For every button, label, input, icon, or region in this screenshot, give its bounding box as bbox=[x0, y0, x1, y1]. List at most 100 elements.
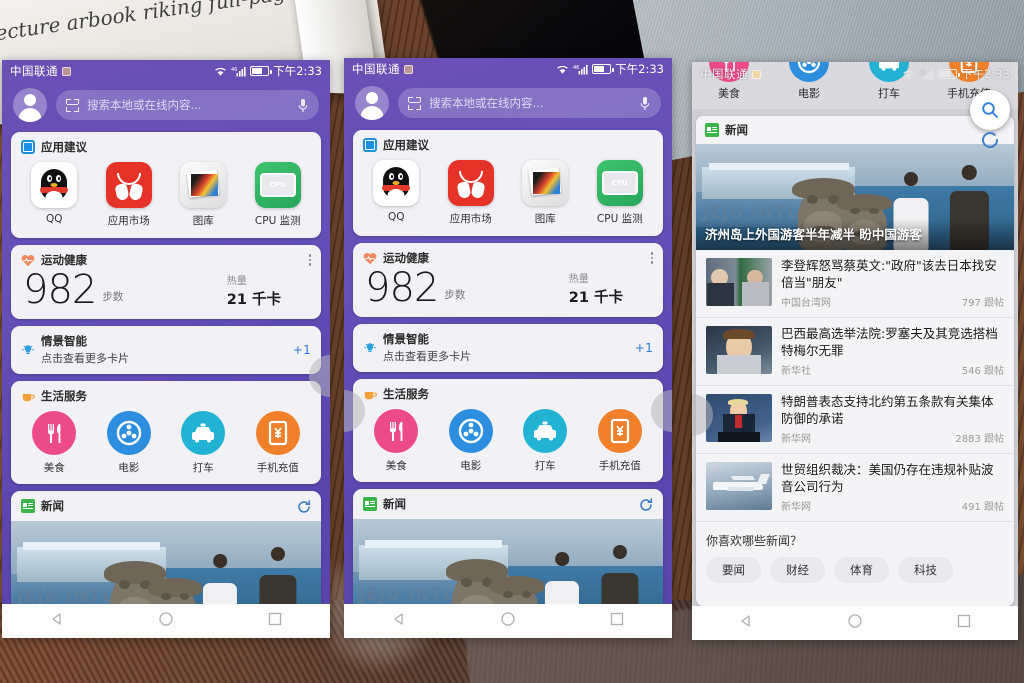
app-suggestion-icon bbox=[21, 140, 35, 154]
battery-icon bbox=[250, 66, 272, 76]
search-icon bbox=[982, 102, 998, 118]
avatar-icon[interactable] bbox=[355, 86, 389, 120]
app-market-icon bbox=[447, 160, 494, 206]
news-hero-caption: 济州岛上外国游客半年减半 盼中国游客 bbox=[696, 219, 1014, 250]
smart-badge: +1 bbox=[634, 340, 653, 355]
avatar-icon[interactable] bbox=[13, 88, 47, 122]
carrier-label: 中国联通 bbox=[352, 62, 400, 76]
calories-value: 21 千卡 bbox=[226, 292, 281, 308]
signal-icon: 46 bbox=[231, 66, 246, 77]
phone-screenshot-middle: 中国联通 46 下午2:33 搜索本地或在线内容... 应用建议 QQ 应用市场… bbox=[344, 58, 672, 638]
life-label: 美食 bbox=[385, 460, 407, 472]
sim-icon bbox=[404, 64, 413, 74]
search-input[interactable]: 搜索本地或在线内容... bbox=[398, 88, 661, 118]
card-title: 新闻 bbox=[383, 497, 406, 511]
card-subtitle: 点击查看更多卡片 bbox=[41, 352, 129, 365]
svg-text:46: 46 bbox=[919, 70, 925, 76]
microphone-icon[interactable] bbox=[297, 98, 309, 113]
scan-icon[interactable] bbox=[408, 96, 421, 110]
calories-label: 热量 bbox=[568, 274, 589, 285]
recents-icon[interactable] bbox=[609, 611, 625, 631]
app-label: 应用市场 bbox=[107, 215, 150, 227]
overflow-menu-icon[interactable] bbox=[308, 254, 311, 266]
scan-icon[interactable] bbox=[66, 98, 79, 112]
card-app-suggestion[interactable]: 应用建议 QQ 应用市场 图库 CPU CPU 监测 bbox=[11, 132, 321, 238]
home-icon[interactable] bbox=[500, 611, 516, 631]
home-icon[interactable] bbox=[847, 613, 863, 633]
app-label: 应用市场 bbox=[449, 213, 492, 225]
refresh-icon[interactable] bbox=[639, 497, 653, 511]
chip-tech[interactable]: 科技 bbox=[898, 557, 953, 583]
news-source: 新华网 bbox=[781, 502, 811, 513]
chip-finance[interactable]: 财经 bbox=[770, 557, 825, 583]
home-screen-left: 中国联通 46 下午2:33 搜索本地或在线内容... 应用建议 QQ 应用市场… bbox=[2, 60, 330, 638]
floating-search-button[interactable] bbox=[970, 90, 1010, 130]
app-label: 图库 bbox=[534, 213, 556, 225]
chip-top-news[interactable]: 要闻 bbox=[706, 557, 761, 583]
app-item-qq[interactable]: QQ bbox=[359, 160, 434, 226]
steps-value: 982 bbox=[365, 265, 439, 311]
back-icon[interactable] bbox=[391, 611, 407, 631]
lightbulb-icon bbox=[363, 341, 377, 355]
battery-icon bbox=[592, 64, 614, 74]
news-list-item[interactable]: 世贸组织裁决：美国仍存在违规补贴波音公司行为 新华网 491 跟帖 bbox=[696, 454, 1014, 522]
card-smart-scene[interactable]: 情景智能 点击查看更多卡片 +1 bbox=[11, 326, 321, 374]
life-item-recharge[interactable]: 手机充值 bbox=[241, 411, 316, 475]
smart-badge: +1 bbox=[292, 342, 311, 357]
card-app-suggestion[interactable]: 应用建议 QQ 应用市场 图库 CPU CPU 监测 bbox=[353, 130, 663, 236]
card-title: 生活服务 bbox=[41, 389, 87, 403]
card-smart-scene[interactable]: 情景智能 点击查看更多卡片 +1 bbox=[353, 324, 663, 372]
card-title: 生活服务 bbox=[383, 387, 429, 401]
life-item-food[interactable]: 美食 bbox=[359, 409, 434, 473]
chip-sports[interactable]: 体育 bbox=[834, 557, 889, 583]
status-bar: 中国联通 46 下午2:33 bbox=[2, 60, 330, 82]
life-item-movie[interactable]: 电影 bbox=[92, 411, 167, 475]
app-label: 图库 bbox=[192, 215, 214, 227]
recents-icon[interactable] bbox=[956, 613, 972, 633]
card-health[interactable]: 运动健康 982 步数 热量 21 千卡 bbox=[353, 243, 663, 317]
recents-icon[interactable] bbox=[267, 611, 283, 631]
clock-label: 下午2:33 bbox=[273, 64, 322, 78]
search-input[interactable]: 搜索本地或在线内容... bbox=[56, 90, 319, 120]
card-health[interactable]: 运动健康 982 步数 热量 21 千卡 bbox=[11, 245, 321, 319]
refresh-icon[interactable] bbox=[297, 499, 311, 513]
news-hero-image[interactable]: JEJU INTL AIRPO 济州岛上外国游客半年减半 盼中国游客 bbox=[696, 144, 1014, 250]
life-item-taxi[interactable]: 打车 bbox=[508, 409, 583, 473]
home-icon[interactable] bbox=[158, 611, 174, 631]
cards-container: 应用建议 QQ 应用市场 图库 CPU CPU 监测 运动健康 982 步数 热… bbox=[344, 130, 672, 637]
heartbeat-icon bbox=[21, 253, 35, 267]
card-life-services[interactable]: 生活服务 美食 电影 打车 手机充值 bbox=[11, 381, 321, 484]
microphone-icon[interactable] bbox=[639, 96, 651, 111]
app-item-app-market[interactable]: 应用市场 bbox=[92, 162, 167, 228]
app-item-cpu-monitor[interactable]: CPU CPU 监测 bbox=[583, 160, 658, 226]
life-item-food[interactable]: 美食 bbox=[17, 411, 92, 475]
life-label: 电影 bbox=[460, 460, 482, 472]
life-label: 打车 bbox=[878, 87, 900, 100]
coffee-cup-icon bbox=[21, 389, 35, 403]
overflow-menu-icon[interactable] bbox=[650, 252, 653, 264]
life-item-recharge[interactable]: 手机充值 bbox=[583, 409, 658, 473]
card-life-services[interactable]: 生活服务 美食 电影 打车 手机充值 bbox=[353, 379, 663, 482]
film-reel-icon bbox=[448, 409, 493, 453]
app-item-qq[interactable]: QQ bbox=[17, 162, 92, 228]
news-list-item[interactable]: 李登辉怒骂蔡英文:"政府"该去日本找安倍当"朋友" 中国台湾网 797 跟帖 bbox=[696, 250, 1014, 318]
life-item-taxi[interactable]: 打车 bbox=[166, 411, 241, 475]
app-item-gallery[interactable]: 图库 bbox=[508, 160, 583, 226]
clock-label: 下午2:33 bbox=[961, 67, 1010, 81]
app-item-cpu-monitor[interactable]: CPU CPU 监测 bbox=[241, 162, 316, 228]
app-item-app-market[interactable]: 应用市场 bbox=[434, 160, 509, 226]
back-icon[interactable] bbox=[738, 613, 754, 633]
app-item-gallery[interactable]: 图库 bbox=[166, 162, 241, 228]
carrier-label: 中国联通 bbox=[700, 67, 748, 81]
life-label: 电影 bbox=[798, 87, 820, 100]
cutlery-icon bbox=[32, 411, 77, 455]
app-suggestion-icon bbox=[363, 138, 377, 152]
news-list-item[interactable]: 特朗普表态支持北约第五条款有关集体防御的承诺 新华网 2883 跟帖 bbox=[696, 386, 1014, 454]
life-item-movie[interactable]: 电影 bbox=[434, 409, 509, 473]
status-bar: 中国联通 46 下午2:33 bbox=[692, 65, 1018, 83]
taxi-icon bbox=[181, 411, 226, 455]
news-list-item[interactable]: 巴西最高选举法院:罗塞夫及其竞选搭档特梅尔无罪 新华社 546 跟帖 bbox=[696, 318, 1014, 386]
card-title: 运动健康 bbox=[383, 251, 429, 265]
back-icon[interactable] bbox=[49, 611, 65, 631]
cpu-monitor-icon: CPU bbox=[254, 162, 301, 208]
